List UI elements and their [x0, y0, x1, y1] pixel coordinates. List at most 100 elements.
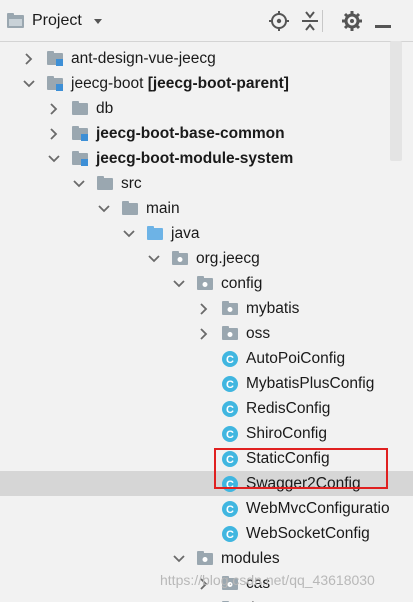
tree-item-name: oss: [246, 325, 271, 342]
tree-item-name: jeecg-boot-base-common: [96, 125, 285, 142]
tree-item-label: config: [221, 274, 262, 293]
tree-row[interactable]: demo: [0, 596, 413, 602]
chevron-down-icon[interactable]: [147, 252, 161, 266]
package-icon: [221, 300, 239, 316]
package-icon: [196, 275, 214, 291]
gear-icon[interactable]: [341, 10, 363, 32]
svg-text:C: C: [226, 379, 234, 391]
tree-item-name: config: [221, 275, 263, 292]
tree-item-module-name: [jeecg-boot-parent]: [147, 75, 289, 92]
tree-row[interactable]: java: [0, 221, 413, 246]
tree-row[interactable]: org.jeecg: [0, 246, 413, 271]
chevron-right-icon[interactable]: [47, 127, 61, 141]
tree-row[interactable]: C ShiroConfig: [0, 421, 413, 446]
chevron-down-icon[interactable]: [122, 227, 136, 241]
folder-icon: [96, 175, 114, 191]
tree-item-name: db: [96, 100, 114, 117]
tree-item-name: ant-design-vue-jeecg: [71, 50, 216, 67]
project-title: Project: [32, 12, 82, 29]
chevron-down-icon[interactable]: [172, 277, 186, 291]
tree-item-name: mybatis: [246, 300, 300, 317]
tree-item-label: RedisConfig: [246, 399, 330, 418]
chevron-down-icon[interactable]: [172, 552, 186, 566]
tree-item-label: org.jeecg: [196, 249, 260, 268]
chevron-down-icon[interactable]: [97, 202, 111, 216]
tree-item-name: org.jeecg: [196, 250, 260, 267]
tree-item-label: modules: [221, 549, 280, 568]
toolbar-separator: [322, 10, 323, 32]
class-icon: C: [221, 425, 239, 442]
tree-row[interactable]: mybatis: [0, 296, 413, 321]
package-icon: [221, 325, 239, 341]
tree-row[interactable]: db: [0, 96, 413, 121]
tree-row[interactable]: C MybatisPlusConfig: [0, 371, 413, 396]
tree-row[interactable]: src: [0, 171, 413, 196]
locate-icon[interactable]: [268, 10, 290, 32]
folder-icon: [121, 200, 139, 216]
tree-item-label: java: [171, 224, 199, 243]
module-folder-icon: [46, 75, 64, 91]
tree-row[interactable]: main: [0, 196, 413, 221]
chevron-right-icon[interactable]: [22, 52, 36, 66]
tree-item-name: jeecg-boot-module-system: [96, 150, 294, 167]
tree-item-name: RedisConfig: [246, 400, 331, 417]
tree-item-name: WebMvcConfiguratio: [246, 500, 390, 517]
highlight-box: [214, 448, 388, 489]
tree-row[interactable]: C AutoPoiConfig: [0, 346, 413, 371]
chevron-down-icon[interactable]: [72, 177, 86, 191]
vertical-scrollbar[interactable]: [390, 41, 402, 161]
tree-item-name: WebSocketConfig: [246, 525, 370, 542]
source-folder-icon: [146, 225, 164, 241]
svg-text:C: C: [226, 354, 234, 366]
tree-row[interactable]: C WebMvcConfiguratio: [0, 496, 413, 521]
project-view-selector[interactable]: Project: [6, 9, 104, 33]
tree-item-label: jeecg-boot-module-system: [96, 149, 293, 168]
tree-row[interactable]: ant-design-vue-jeecg: [0, 46, 413, 71]
chevron-right-icon[interactable]: [47, 102, 61, 116]
package-icon: [171, 250, 189, 266]
class-icon: C: [221, 375, 239, 392]
tree-item-label: db: [96, 99, 113, 118]
tree-item-name: java: [171, 225, 200, 242]
chevron-right-icon[interactable]: [197, 327, 211, 341]
tree-item-name: main: [146, 200, 180, 217]
module-folder-icon: [46, 50, 64, 66]
hide-icon[interactable]: [372, 10, 394, 32]
chevron-down-icon[interactable]: [92, 15, 104, 27]
chevron-right-icon[interactable]: [197, 302, 211, 316]
tree-item-label: WebSocketConfig: [246, 524, 370, 543]
package-icon: [196, 550, 214, 566]
tree-row[interactable]: config: [0, 271, 413, 296]
tree-row[interactable]: modules: [0, 546, 413, 571]
tree-item-label: ant-design-vue-jeecg: [71, 49, 216, 68]
svg-text:C: C: [226, 429, 234, 441]
tree-item-label: oss: [246, 324, 270, 343]
folder-icon: [71, 100, 89, 116]
tree-item-label: src: [121, 174, 142, 193]
chevron-down-icon[interactable]: [22, 77, 36, 91]
class-icon: C: [221, 525, 239, 542]
class-icon: C: [221, 350, 239, 367]
project-tool-window-header: Project: [0, 0, 413, 42]
tree-item-name: jeecg-boot: [71, 75, 144, 92]
tree-item-label: AutoPoiConfig: [246, 349, 345, 368]
tree-item-label: MybatisPlusConfig: [246, 374, 374, 393]
collapse-all-icon[interactable]: [299, 10, 321, 32]
tree-item-label: jeecg-boot-base-common: [96, 124, 285, 143]
tree-item-name: ShiroConfig: [246, 425, 327, 442]
module-folder-icon: [71, 125, 89, 141]
tree-item-label: ShiroConfig: [246, 424, 327, 443]
project-tree[interactable]: ant-design-vue-jeecg jeecg-boot [jeecg-bo…: [0, 41, 413, 602]
tree-row[interactable]: oss: [0, 321, 413, 346]
tree-item-label: main: [146, 199, 180, 218]
tree-row[interactable]: jeecg-boot [jeecg-boot-parent]: [0, 71, 413, 96]
tree-item-name: modules: [221, 550, 280, 567]
tree-row[interactable]: C WebSocketConfig: [0, 521, 413, 546]
tree-row[interactable]: jeecg-boot-module-system: [0, 146, 413, 171]
tree-row[interactable]: C RedisConfig: [0, 396, 413, 421]
tree-item-name: AutoPoiConfig: [246, 350, 346, 367]
watermark: https://blog.csdn.net/qq_43618030: [160, 572, 375, 588]
chevron-down-icon[interactable]: [47, 152, 61, 166]
svg-text:C: C: [226, 504, 234, 516]
tree-row[interactable]: jeecg-boot-base-common: [0, 121, 413, 146]
